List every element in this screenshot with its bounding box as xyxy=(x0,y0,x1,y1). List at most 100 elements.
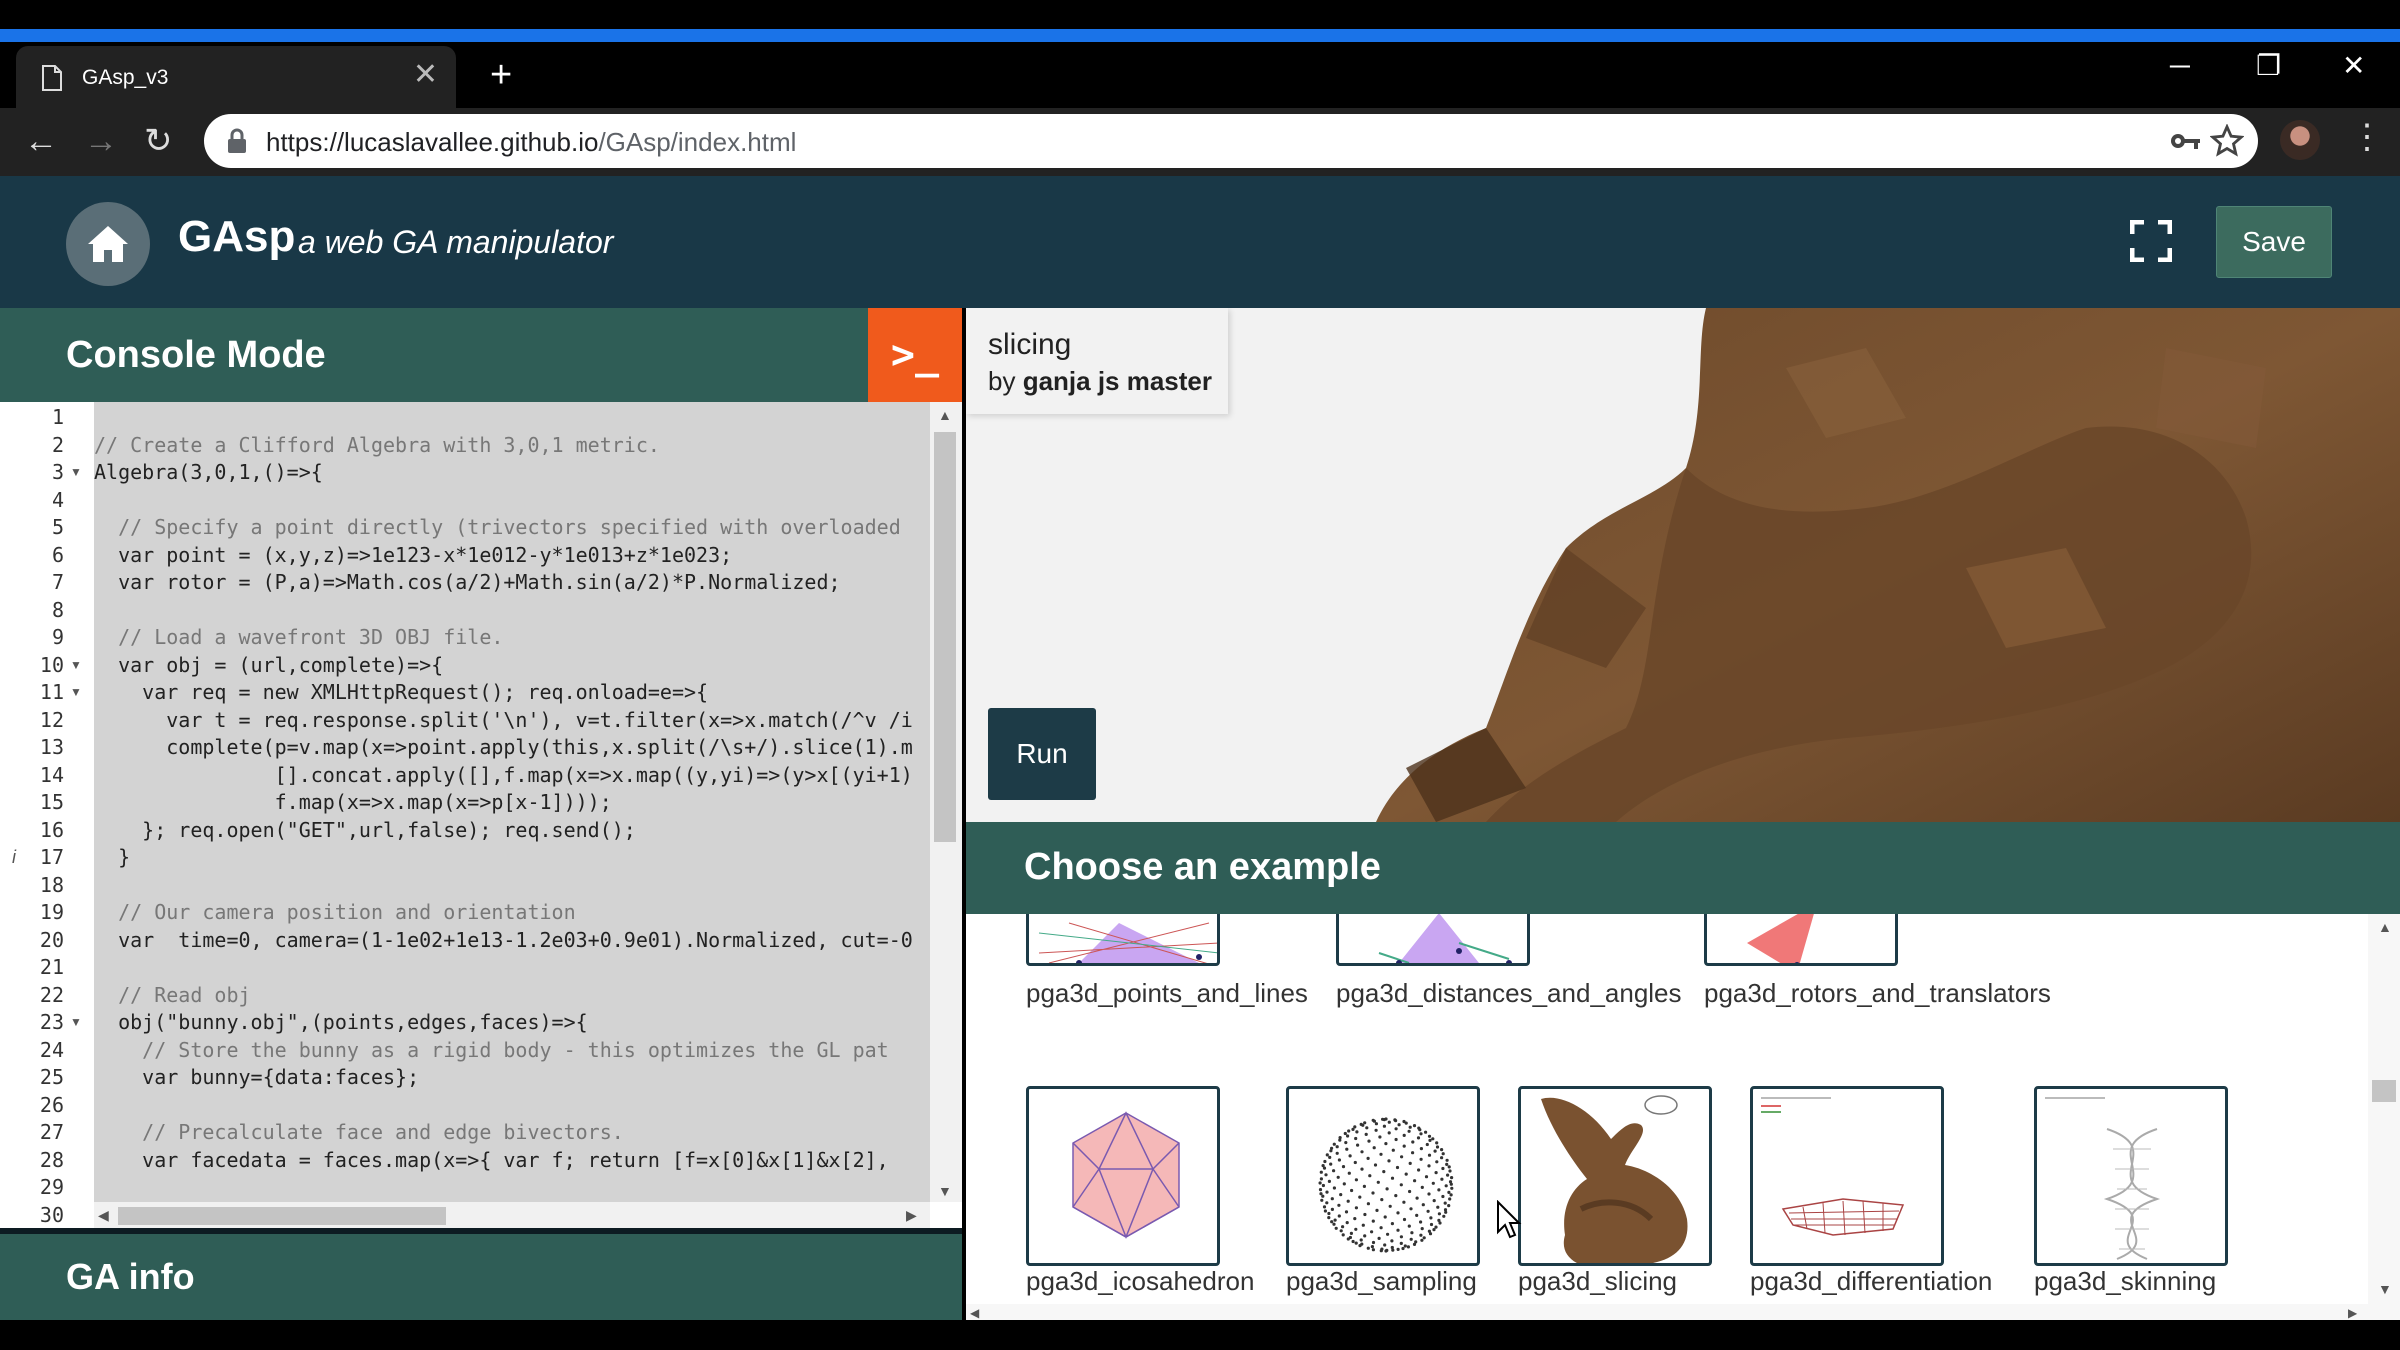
example-thumb-points-and-lines[interactable] xyxy=(1026,914,1220,966)
code-line[interactable]: f.map(x=>x.map(x=>p[x-1]))); xyxy=(94,789,612,817)
gallery-scroll-down-icon[interactable]: ▼ xyxy=(2378,1282,2392,1296)
code-line[interactable]: // Specify a point directly (trivectors … xyxy=(94,514,901,542)
menu-dots-icon[interactable]: ⋮ xyxy=(2350,120,2384,154)
minimize-icon[interactable]: ─ xyxy=(2170,52,2190,80)
skinning-preview xyxy=(2045,1097,2161,1260)
line-number: 30 xyxy=(39,1202,64,1227)
line-number: 29 xyxy=(39,1175,64,1199)
save-button[interactable]: Save xyxy=(2216,206,2332,278)
forward-icon[interactable]: → xyxy=(84,124,118,158)
example-author: by ganja js master xyxy=(988,366,1212,396)
distances-angles-preview xyxy=(1378,914,1512,963)
console-header: Console Mode >_ xyxy=(0,308,962,402)
render-canvas[interactable]: slicing by ganja js master Run xyxy=(966,308,2400,822)
code-line[interactable]: Algebra(3,0,1,()=>{ xyxy=(94,459,323,487)
line-number: 4 xyxy=(51,487,64,512)
code-line[interactable]: // Create a Clifford Algebra with 3,0,1 … xyxy=(94,432,660,460)
fold-toggle-icon[interactable]: ▼ xyxy=(70,652,82,680)
scroll-down-arrow-icon[interactable]: ▼ xyxy=(938,1184,952,1198)
examples-gallery: pga3d_points_and_lines pga3d_distances_a… xyxy=(966,914,2400,1320)
run-button[interactable]: Run xyxy=(988,708,1096,800)
code-line[interactable]: var req = new XMLHttpRequest(); req.onlo… xyxy=(94,679,708,707)
restore-icon[interactable]: ❐ xyxy=(2256,52,2281,80)
fold-toggle-icon[interactable]: ▼ xyxy=(70,679,82,707)
code-line[interactable]: var rotor = (P,a)=>Math.cos(a/2)+Math.si… xyxy=(94,569,840,597)
tab-bar: GAsp_v3 ✕ + ─ ❐ ✕ xyxy=(0,42,2400,108)
gallery-scroll-right-icon[interactable]: ▶ xyxy=(2348,1306,2357,1320)
code-line[interactable]: var bunny={data:faces}; xyxy=(94,1064,419,1092)
scroll-left-arrow-icon[interactable]: ◀ xyxy=(98,1208,109,1222)
line-number: 22 xyxy=(39,982,64,1007)
profile-avatar[interactable] xyxy=(2280,120,2320,160)
code-line[interactable]: // Load a wavefront 3D OBJ file. xyxy=(94,624,503,652)
gallery-horizontal-scrollbar[interactable] xyxy=(966,1304,2400,1320)
star-icon[interactable] xyxy=(2210,124,2244,158)
example-label[interactable]: pga3d_sampling xyxy=(1286,1266,1477,1297)
example-label[interactable]: pga3d_distances_and_angles xyxy=(1336,978,1682,1009)
line-number: 11 xyxy=(39,680,64,704)
code-line[interactable]: } xyxy=(94,844,130,872)
tab-close-icon[interactable]: ✕ xyxy=(413,60,438,90)
example-label[interactable]: pga3d_icosahedron xyxy=(1026,1266,1254,1297)
fullscreen-icon[interactable] xyxy=(2130,220,2172,262)
code-line[interactable]: }; req.open("GET",url,false); req.send()… xyxy=(94,817,636,845)
sampling-preview xyxy=(1318,1117,1454,1253)
example-label[interactable]: pga3d_skinning xyxy=(2034,1266,2216,1297)
example-label[interactable]: pga3d_rotors_and_translators xyxy=(1704,978,2051,1009)
example-thumb-slicing[interactable] xyxy=(1518,1086,1712,1266)
code-line[interactable]: var obj = (url,complete)=>{ xyxy=(94,652,443,680)
code-line[interactable]: // Our camera position and orientation xyxy=(94,899,576,927)
slicing-preview xyxy=(1541,1095,1688,1263)
code-line[interactable]: // Store the bunny as a rigid body - thi… xyxy=(94,1037,889,1065)
example-thumb-icosahedron[interactable] xyxy=(1026,1086,1220,1266)
editor-horizontal-scroll-thumb[interactable] xyxy=(118,1207,446,1225)
editor-vertical-scroll-thumb[interactable] xyxy=(930,432,956,842)
fold-toggle-icon[interactable]: ▼ xyxy=(70,1009,82,1037)
rotors-translators-preview xyxy=(1747,914,1814,963)
scroll-up-arrow-icon[interactable]: ▲ xyxy=(938,408,952,422)
new-tab-button[interactable]: + xyxy=(490,56,512,94)
example-label[interactable]: pga3d_points_and_lines xyxy=(1026,978,1308,1009)
example-label[interactable]: pga3d_slicing xyxy=(1518,1266,1677,1297)
scroll-right-arrow-icon[interactable]: ▶ xyxy=(906,1208,917,1222)
gallery-vertical-scroll-thumb[interactable] xyxy=(2372,1080,2396,1102)
home-button[interactable] xyxy=(66,202,150,286)
code-line[interactable]: var facedata = faces.map(x=>{ var f; ret… xyxy=(94,1147,889,1175)
console-toggle-button[interactable]: >_ xyxy=(868,308,962,402)
code-line[interactable]: var time=0, camera=(1-1e02+1e13-1.2e03+0… xyxy=(94,927,913,955)
browser-tab[interactable]: GAsp_v3 ✕ xyxy=(16,46,456,108)
code-area[interactable]: // Create a Clifford Algebra with 3,0,1 … xyxy=(94,402,930,1202)
gallery-scroll-up-icon[interactable]: ▲ xyxy=(2378,920,2392,934)
console-title: Console Mode xyxy=(66,334,326,376)
fold-toggle-icon[interactable]: ▼ xyxy=(70,459,82,487)
gallery-vertical-scrollbar[interactable] xyxy=(2368,914,2400,1304)
example-thumb-distances-and-angles[interactable] xyxy=(1336,914,1530,966)
example-label[interactable]: pga3d_differentiation xyxy=(1750,1266,1992,1297)
example-thumb-skinning[interactable] xyxy=(2034,1086,2228,1266)
example-thumb-sampling[interactable] xyxy=(1286,1086,1480,1266)
example-thumb-differentiation[interactable] xyxy=(1750,1086,1944,1266)
ga-info-header[interactable]: GA info xyxy=(0,1234,962,1320)
back-icon[interactable]: ← xyxy=(24,124,58,158)
reload-icon[interactable]: ↻ xyxy=(144,124,173,158)
example-thumb-rotors-and-translators[interactable] xyxy=(1704,914,1898,966)
close-window-icon[interactable]: ✕ xyxy=(2342,52,2365,80)
code-editor[interactable]: 1 2 3 ▼ 4 5 6 7 8 9 10 ▼ 11 ▼ 12 13 14 15 16 17 i 18 19 20 21 22 2… xyxy=(0,402,962,1228)
code-line[interactable]: var t = req.response.split('\n'), v=t.fi… xyxy=(94,707,913,735)
address-bar[interactable]: https://lucaslavallee.github.io/GAsp/ind… xyxy=(204,114,2258,168)
code-line[interactable]: // Precalculate face and edge bivectors. xyxy=(94,1119,624,1147)
line-number: 9 xyxy=(51,625,64,649)
key-icon[interactable] xyxy=(2170,128,2202,154)
console-panel: Console Mode >_ 1 2 3 ▼ 4 5 6 7 8 9 10 ▼ 11 ▼ 12 13 14 15… xyxy=(0,308,962,1320)
info-marker-icon[interactable]: i xyxy=(12,844,16,872)
window-top-strip xyxy=(0,29,2400,42)
code-line[interactable]: [].concat.apply([],f.map(x=>x.map((y,yi)… xyxy=(94,762,913,790)
code-line[interactable]: complete(p=v.map(x=>point.apply(this,x.s… xyxy=(94,734,913,762)
url-text: https://lucaslavallee.github.io/GAsp/ind… xyxy=(266,127,797,157)
code-line[interactable]: // Read obj xyxy=(94,982,250,1010)
line-number: 13 xyxy=(39,735,64,759)
line-number: 15 xyxy=(39,790,64,814)
code-line[interactable]: obj("bunny.obj",(points,edges,faces)=>{ xyxy=(94,1009,588,1037)
code-line[interactable]: var point = (x,y,z)=>1e123-x*1e012-y*1e0… xyxy=(94,542,732,570)
gallery-scroll-left-icon[interactable]: ◀ xyxy=(970,1306,979,1320)
